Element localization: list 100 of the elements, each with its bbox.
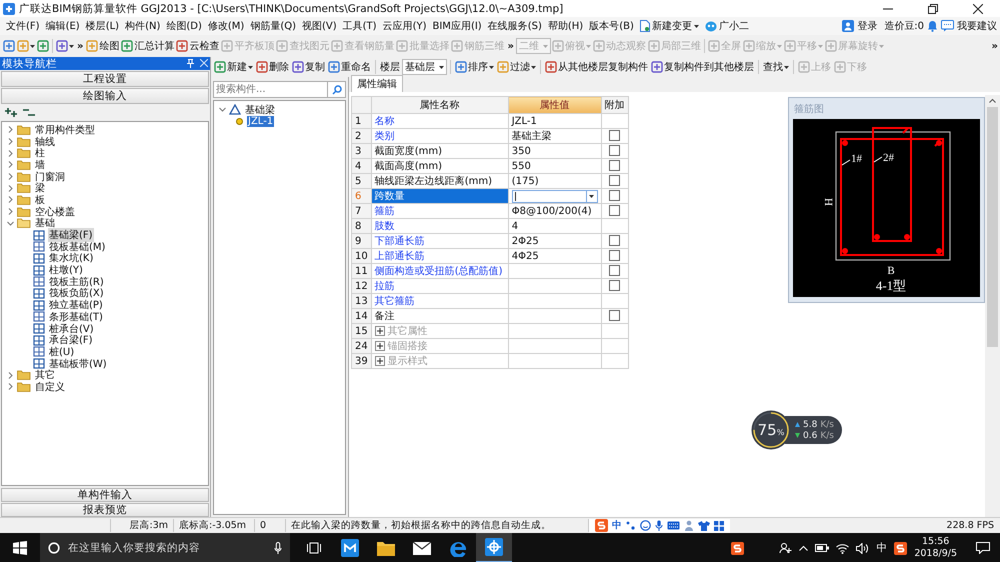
property-name[interactable]: 肢数 [371, 218, 508, 234]
property-name[interactable]: 侧面构造或受扭筋(总配筋值) [371, 264, 508, 278]
toolbar-button[interactable]: 复制构件到其他楼层 [650, 59, 755, 75]
property-name[interactable]: 截面高度(mm) [371, 158, 508, 174]
section-button[interactable]: 单构件输入 [1, 488, 209, 502]
notification-icon[interactable] [976, 542, 990, 554]
menu-item[interactable]: 楼层(L) [82, 19, 122, 33]
tree-item[interactable]: JZL-1 [247, 116, 274, 128]
property-name[interactable]: 截面宽度(mm) [371, 144, 508, 158]
toolbar-button[interactable]: 排序 [454, 59, 495, 75]
wifi-icon[interactable] [836, 542, 850, 554]
section-button[interactable]: 工程设置 [1, 71, 209, 87]
menu-item[interactable]: 云应用(Y) [380, 19, 430, 33]
tree-item[interactable]: 基础 [34, 216, 56, 230]
microphone-icon[interactable] [274, 542, 282, 554]
expand-icon[interactable] [374, 326, 385, 336]
property-name[interactable]: 上部通长筋 [371, 248, 508, 264]
taskbar-app[interactable] [476, 533, 512, 562]
windows-logo-icon[interactable] [13, 541, 27, 555]
menu-item[interactable]: 帮助(H) [544, 19, 586, 33]
chevron-up-icon[interactable] [799, 545, 808, 551]
property-name[interactable]: 类别 [371, 128, 508, 144]
tree-item[interactable]: 自定义 [34, 380, 66, 394]
checkbox[interactable] [609, 280, 620, 292]
checkbox[interactable] [609, 160, 620, 172]
scrollbar[interactable] [985, 95, 1000, 517]
login-link[interactable]: 登录 [857, 19, 878, 33]
ime-mode[interactable]: 中 [612, 519, 622, 532]
tree-item[interactable]: 柱 [34, 146, 46, 160]
dropdown-field[interactable]: 基础层 [402, 59, 447, 75]
tree-item[interactable]: 承台梁(F) [48, 333, 94, 348]
expander-icon[interactable] [7, 372, 14, 379]
expand-icon[interactable] [374, 341, 385, 352]
expander-icon[interactable] [7, 220, 14, 227]
column-header[interactable]: 属性值 [508, 96, 602, 114]
property-name[interactable]: 跨数量 [371, 188, 508, 204]
column-header[interactable]: 属性名称 [371, 96, 508, 114]
menu-item[interactable]: 工具(T) [340, 19, 380, 33]
section-button[interactable]: 绘图输入 [1, 88, 209, 104]
tree-item[interactable]: 基础板带(W) [48, 356, 108, 371]
search-button[interactable] [328, 81, 346, 98]
tree-item[interactable]: 梁 [34, 181, 46, 196]
tree-item[interactable]: 轴线 [34, 134, 56, 149]
grid-icon[interactable] [714, 520, 724, 530]
input-language[interactable]: 中 [876, 541, 888, 555]
checkbox[interactable] [609, 250, 620, 262]
menu-item[interactable]: 视图(V) [299, 19, 340, 33]
tree-item[interactable]: 空心楼盖 [34, 204, 76, 219]
menu-item[interactable]: 新建变更 [636, 19, 702, 33]
emoji-icon[interactable] [640, 520, 651, 531]
feedback-link[interactable]: 我要建议 [957, 19, 997, 33]
expander-icon[interactable] [7, 173, 14, 180]
toolbar-button[interactable]: 新建 [213, 59, 254, 75]
tree-item[interactable]: 筏板主筋(R) [48, 274, 105, 289]
expand-icon[interactable] [374, 356, 385, 366]
menu-item[interactable]: 在线服务(S) [484, 19, 545, 33]
toolbar-button[interactable] [16, 39, 36, 53]
expander-icon[interactable] [7, 138, 14, 146]
tree-item[interactable]: 桩(U) [48, 344, 76, 359]
tree-item[interactable]: 柱墩(Y) [48, 263, 84, 278]
tree-item[interactable]: 桩承台(V) [48, 322, 95, 336]
checkbox[interactable] [609, 190, 620, 202]
keyboard-icon[interactable] [667, 521, 680, 530]
menu-item[interactable]: 修改(M) [204, 19, 248, 33]
checkbox[interactable] [609, 145, 620, 156]
expander-icon[interactable] [7, 184, 14, 192]
menu-item[interactable]: 广小二 [702, 19, 752, 33]
toolbar-button[interactable]: 重命名 [327, 59, 372, 75]
tree-item[interactable]: 门窗洞 [34, 170, 66, 184]
tree-item[interactable]: 基础梁(F) [48, 228, 94, 242]
expander-icon[interactable] [7, 126, 14, 134]
expander-icon[interactable] [7, 208, 14, 216]
bell-icon[interactable] [927, 20, 938, 32]
tree-item[interactable]: 其它 [34, 368, 56, 382]
toolbar-button[interactable]: 绘图 [85, 38, 120, 54]
checkbox[interactable] [609, 235, 620, 246]
search-input[interactable]: 在这里输入你要搜索的内容 [66, 541, 268, 555]
shirt-icon[interactable] [698, 520, 710, 530]
tree-item[interactable]: 筏板负筋(X) [48, 286, 105, 300]
property-name[interactable]: 箍筋 [371, 204, 508, 218]
menu-item[interactable]: 版本号(B) [586, 19, 637, 33]
battery-icon[interactable] [815, 544, 830, 552]
sogou-icon[interactable] [731, 542, 744, 554]
toolbar-button[interactable]: 删除 [255, 59, 290, 75]
person-icon[interactable] [684, 520, 694, 531]
property-name[interactable]: 名称 [371, 114, 508, 128]
checkbox[interactable] [609, 175, 620, 186]
toolbar-button[interactable] [55, 39, 75, 53]
expander-icon[interactable] [219, 106, 226, 114]
property-name[interactable]: 拉筋 [371, 278, 508, 294]
toolbar-button[interactable]: 过滤 [496, 59, 537, 75]
punctuation-icon[interactable] [626, 520, 636, 530]
menu-item[interactable]: 文件(F) [3, 19, 43, 33]
menu-item[interactable]: 钢筋量(Q) [247, 19, 299, 33]
people-icon[interactable] [779, 542, 792, 554]
volume-icon[interactable] [856, 542, 870, 554]
search-field[interactable]: 在这里输入你要搜索的内容 [40, 533, 290, 562]
toolbar-button[interactable]: 从其他楼层复制构件 [544, 59, 649, 75]
menu-item[interactable]: 构件(N) [122, 19, 164, 33]
property-name[interactable]: 下部通长筋 [371, 234, 508, 248]
